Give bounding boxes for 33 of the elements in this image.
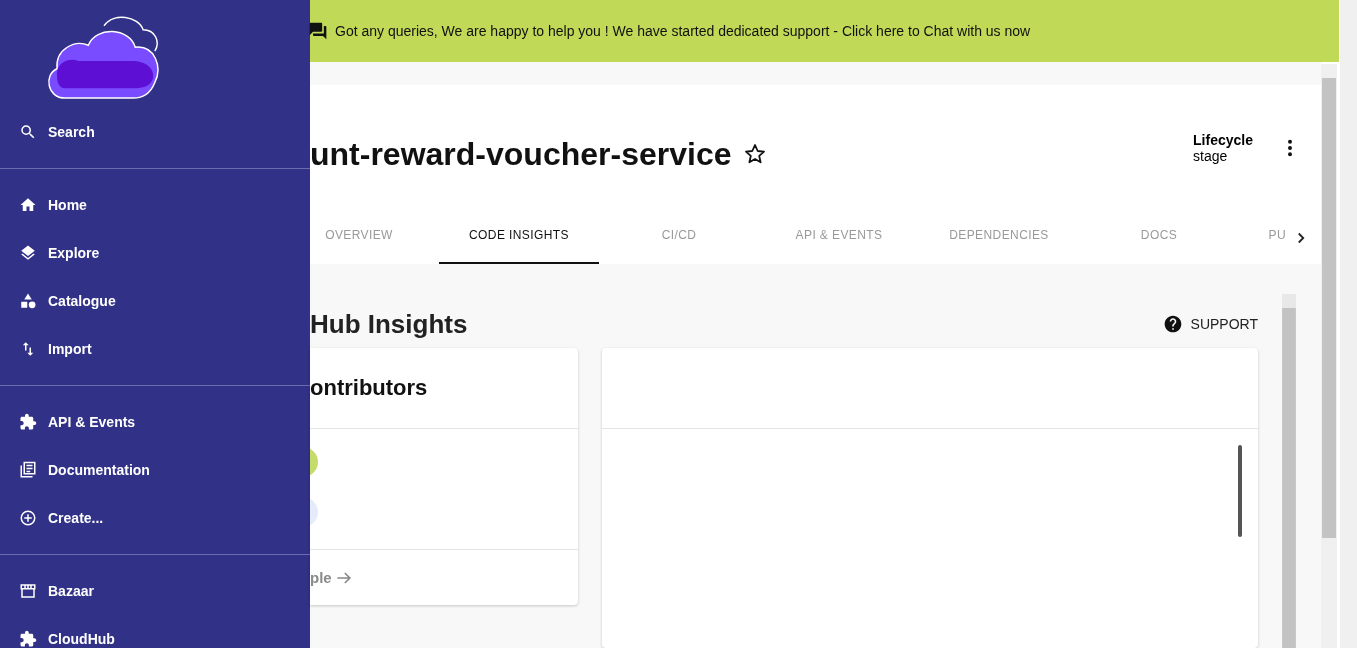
store-icon	[19, 582, 37, 600]
lifecycle-label: Lifecycle	[1193, 132, 1253, 148]
nav-item[interactable]: Catalogue	[0, 277, 310, 325]
star-icon[interactable]	[743, 142, 768, 166]
support-banner[interactable]: Got any queries, We are happy to help you ! We have started dedicated support - Click here to Chat with us now	[310, 0, 1339, 62]
doc-icon	[19, 461, 37, 479]
card-title: ontributors	[310, 375, 428, 401]
section-title: Hub Insights	[310, 308, 468, 340]
puzzle-icon	[19, 413, 37, 431]
nav-item[interactable]: API & Events	[0, 398, 310, 446]
home-icon	[19, 196, 37, 214]
nav-item[interactable]: Import	[0, 325, 310, 373]
nav-item[interactable]: Home	[0, 181, 310, 229]
nav-item[interactable]: CloudHub	[0, 615, 310, 648]
search-icon	[19, 123, 37, 141]
nav-item[interactable]: Search	[0, 108, 310, 156]
nav-item[interactable]: Bazaar	[0, 567, 310, 615]
entity-title: unt-reward-voucher-service	[310, 135, 732, 173]
lifecycle-value: stage	[1193, 148, 1229, 164]
tab[interactable]: CODE INSIGHTS	[439, 211, 599, 264]
nav-item[interactable]: Create...	[0, 494, 310, 542]
layers-icon	[19, 244, 37, 262]
banner-text: Got any queries, We are happy to help you ! We have started dedicated support - Click here to Chat with us now	[335, 23, 1031, 39]
more-icon[interactable]	[1287, 139, 1293, 157]
shapes-icon	[19, 292, 37, 310]
nav-item[interactable]: Explore	[0, 229, 310, 277]
nav-item[interactable]: Documentation	[0, 446, 310, 494]
puzzle-icon	[19, 630, 37, 648]
scrollbar-thumb[interactable]	[1238, 445, 1242, 537]
chat-icon	[308, 21, 328, 41]
help-icon	[1162, 314, 1183, 334]
plus-icon	[19, 509, 37, 527]
support-link[interactable]: SUPPORT	[1162, 314, 1258, 334]
